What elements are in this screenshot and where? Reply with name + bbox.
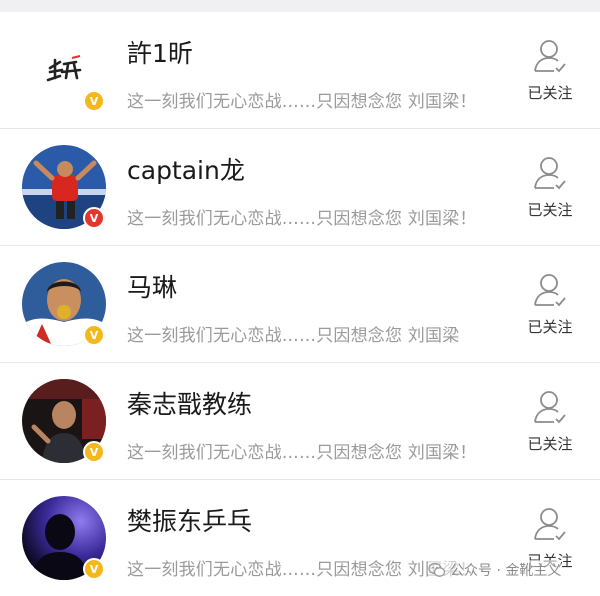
followed-button[interactable]: 已关注 (519, 38, 581, 104)
user-name[interactable]: 許1昕 (127, 34, 193, 70)
verified-badge-icon: V (83, 324, 105, 346)
user-description: 这一刻我们无心恋战……只因想念您 刘国梁！ (127, 560, 477, 580)
verified-badge-icon: V (83, 90, 105, 112)
list-item[interactable]: V captain龙 这一刻我们无心恋战……只因想念您 刘国梁！ 已关注 (0, 129, 600, 246)
watermark: 公众号 · 金靴主义 (428, 560, 562, 580)
user-description: 这一刻我们无心恋战……只因想念您 刘国梁 (127, 326, 460, 346)
user-name[interactable]: 马琳 (127, 268, 177, 304)
follow-label: 已关注 (527, 84, 573, 102)
user-name[interactable]: 樊振东乒乓 (127, 502, 252, 538)
follow-label: 已关注 (527, 435, 573, 453)
verified-badge-icon: V (83, 441, 105, 463)
user-description: 这一刻我们无心恋战……只因想念您 刘国梁！ (127, 209, 477, 229)
wechat-icon (428, 562, 446, 577)
followed-button[interactable]: 已关注 (519, 389, 581, 455)
verified-badge-icon: V (83, 558, 105, 580)
list-item[interactable]: V 許1昕 这一刻我们无心恋战……只因想念您 刘国梁！ 已关注 (0, 12, 600, 129)
user-check-icon (534, 274, 566, 307)
verified-badge-icon: V (83, 207, 105, 229)
follow-list: V 許1昕 这一刻我们无心恋战……只因想念您 刘国梁！ 已关注 V captai… (0, 12, 600, 596)
followed-button[interactable]: 已关注 (519, 155, 581, 221)
user-name[interactable]: captain龙 (127, 151, 245, 187)
follow-label: 已关注 (527, 201, 573, 219)
user-description: 这一刻我们无心恋战……只因想念您 刘国梁！ (127, 443, 477, 463)
watermark-text: 公众号 · 金靴主义 (450, 563, 562, 579)
user-check-icon (534, 508, 566, 541)
user-name[interactable]: 秦志戬教练 (127, 385, 252, 421)
top-bar (0, 0, 600, 12)
user-check-icon (534, 157, 566, 190)
user-check-icon (534, 391, 566, 424)
user-description: 这一刻我们无心恋战……只因想念您 刘国梁！ (127, 92, 477, 112)
user-check-icon (534, 40, 566, 73)
followed-button[interactable]: 已关注 (519, 272, 581, 338)
list-item[interactable]: V 秦志戬教练 这一刻我们无心恋战……只因想念您 刘国梁！ 已关注 (0, 363, 600, 480)
follow-label: 已关注 (527, 318, 573, 336)
list-item[interactable]: V 马琳 这一刻我们无心恋战……只因想念您 刘国梁 已关注 (0, 246, 600, 363)
